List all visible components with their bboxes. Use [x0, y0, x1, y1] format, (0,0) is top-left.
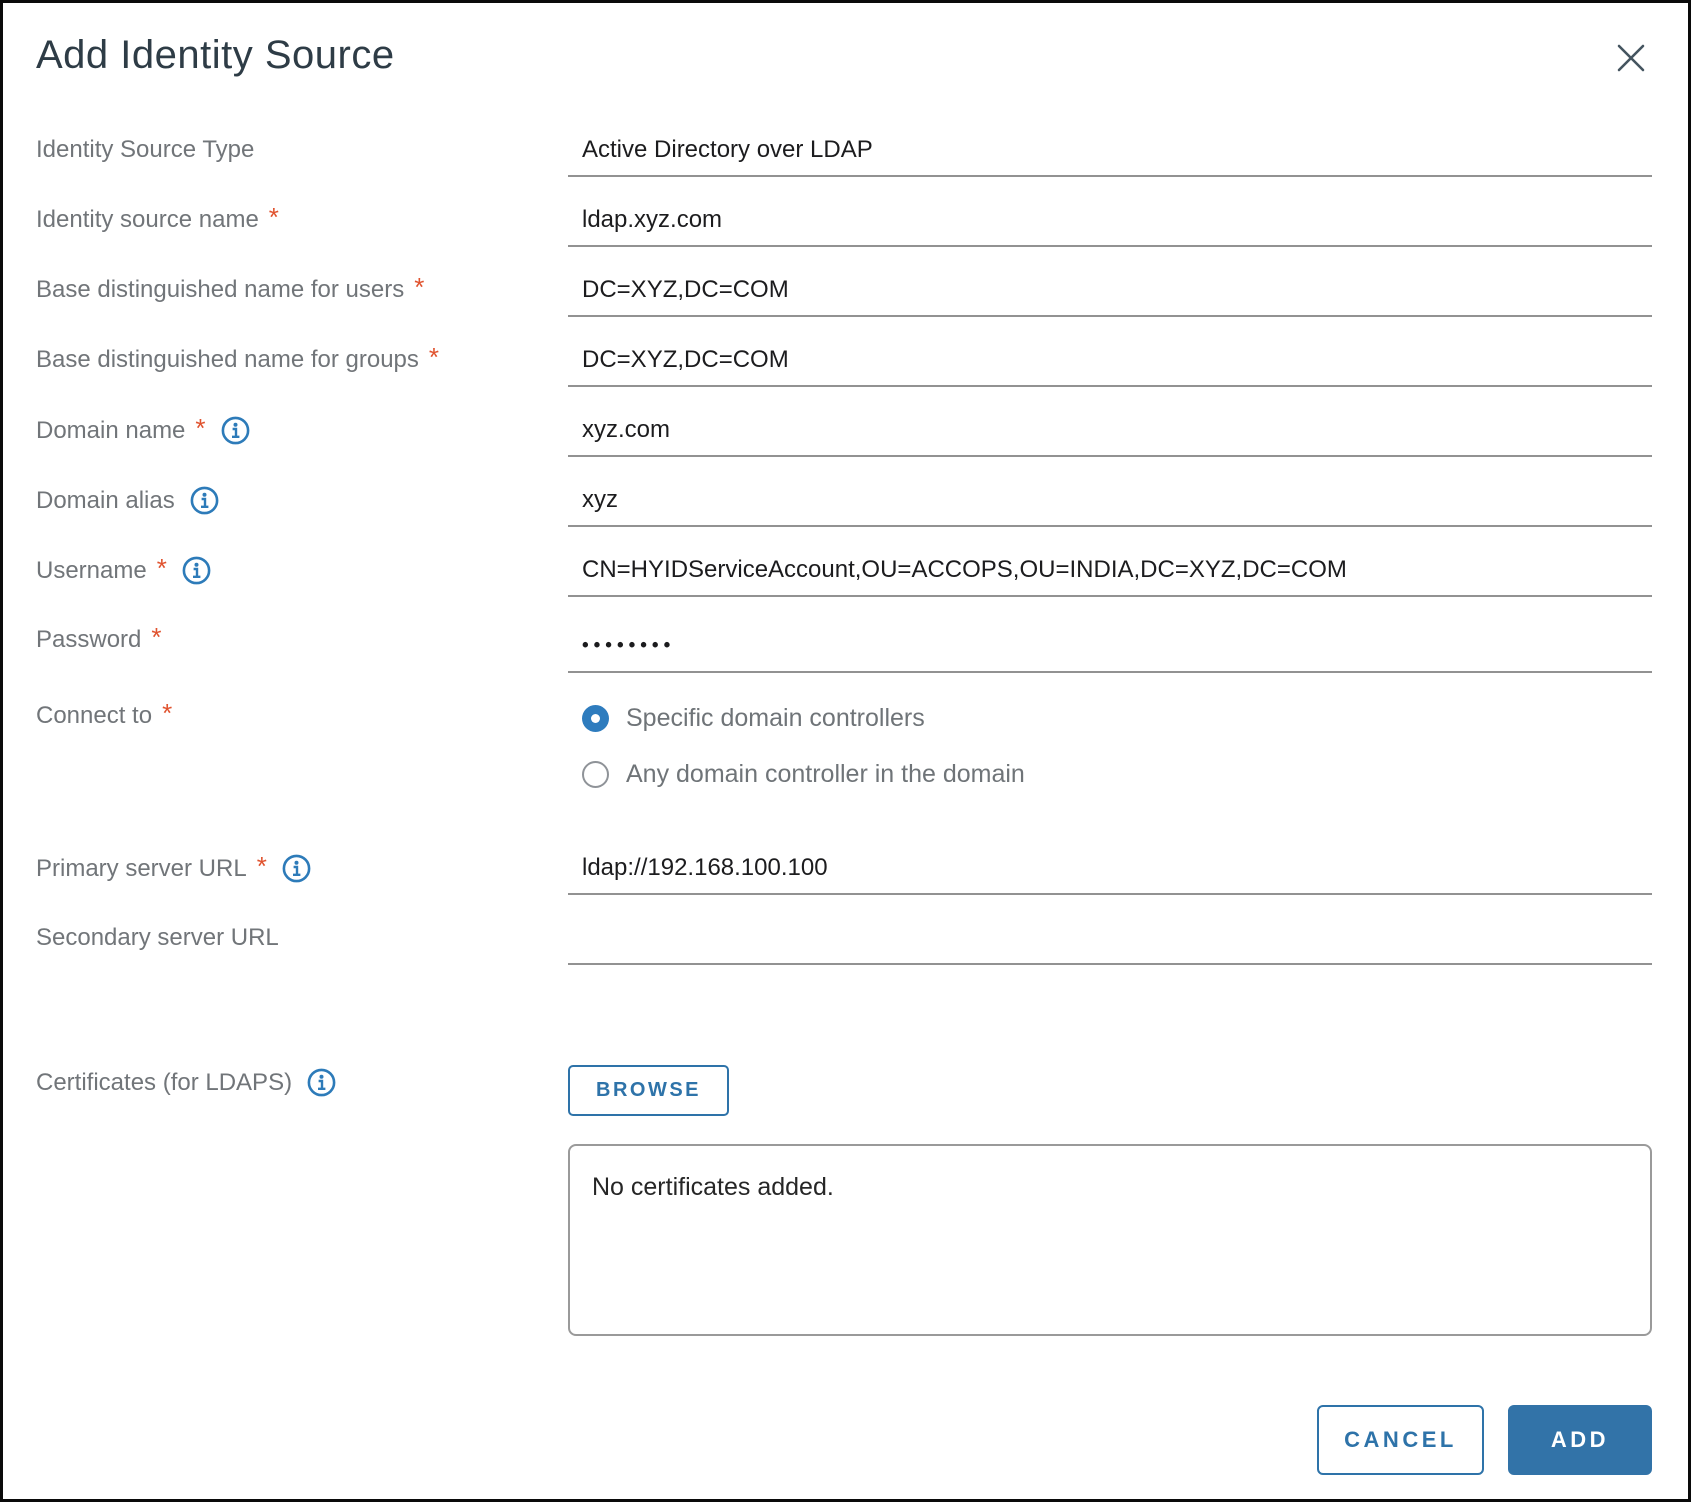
domain-name-input[interactable]: xyz.com: [568, 413, 1652, 457]
username-value: CN=HYIDServiceAccount,OU=ACCOPS,OU=INDIA…: [582, 556, 1347, 583]
domain-alias-label: Domain alias: [36, 486, 175, 514]
close-icon: [1617, 44, 1645, 72]
identity-source-type-value: Active Directory over LDAP: [582, 136, 873, 163]
certificates-list-box: No certificates added.: [568, 1144, 1652, 1336]
row-identity-source-name: Identity source name * ldap.xyz.com: [36, 203, 1652, 247]
row-connect-to: Connect to * Specific domain controllers…: [36, 699, 1652, 825]
identity-source-name-label: Identity source name: [36, 206, 259, 233]
row-password: Password * ••••••••: [36, 623, 1652, 673]
info-icon[interactable]: [281, 853, 312, 884]
password-masked-value: ••••••••: [582, 635, 676, 656]
row-base-dn-users: Base distinguished name for users * DC=X…: [36, 273, 1652, 317]
row-identity-source-type: Identity Source Type Active Directory ov…: [36, 133, 1652, 177]
info-icon[interactable]: [306, 1067, 337, 1098]
row-username: Username * CN=HYIDServiceAccount,OU=ACCO…: [36, 553, 1652, 597]
row-primary-server-url: Primary server URL * ldap://192.168.100.…: [36, 851, 1652, 895]
required-asterisk: *: [414, 272, 425, 302]
identity-source-name-value: ldap.xyz.com: [582, 206, 723, 233]
required-asterisk: *: [162, 698, 173, 728]
domain-alias-value: xyz: [582, 486, 618, 513]
identity-source-type-select[interactable]: Active Directory over LDAP: [568, 133, 1652, 177]
close-button[interactable]: [1614, 41, 1648, 75]
browse-button[interactable]: BROWSE: [568, 1065, 729, 1116]
base-dn-groups-label: Base distinguished name for groups: [36, 346, 419, 373]
certificates-label: Certificates (for LDAPS): [36, 1068, 293, 1096]
base-dn-users-value: DC=XYZ,DC=COM: [582, 276, 789, 303]
dialog-title: Add Identity Source: [36, 33, 395, 77]
secondary-server-url-input[interactable]: [568, 921, 1652, 965]
secondary-server-url-label: Secondary server URL: [36, 924, 279, 951]
username-label: Username: [36, 556, 147, 584]
primary-server-url-input[interactable]: ldap://192.168.100.100: [568, 851, 1652, 895]
radio-any-domain-controller[interactable]: Any domain controller in the domain: [582, 759, 1652, 789]
required-asterisk: *: [428, 342, 440, 372]
password-label: Password: [36, 626, 142, 653]
radio-selected-icon: [582, 704, 609, 732]
radio-option-label: Specific domain controllers: [626, 704, 925, 732]
base-dn-groups-value: DC=XYZ,DC=COM: [582, 346, 789, 373]
add-identity-source-dialog: Add Identity Source Identity Source Type…: [0, 0, 1691, 1502]
password-input[interactable]: ••••••••: [568, 623, 1652, 673]
required-asterisk: *: [195, 412, 206, 443]
domain-name-value: xyz.com: [582, 416, 671, 443]
connect-to-label: Connect to: [36, 702, 153, 729]
radio-option-label: Any domain controller in the domain: [626, 760, 1025, 788]
required-asterisk: *: [151, 622, 162, 652]
domain-name-label: Domain name: [36, 416, 186, 444]
required-asterisk: *: [256, 850, 267, 881]
identity-source-form: Identity Source Type Active Directory ov…: [36, 133, 1652, 1346]
username-input[interactable]: CN=HYIDServiceAccount,OU=ACCOPS,OU=INDIA…: [568, 553, 1652, 597]
base-dn-users-label: Base distinguished name for users: [36, 276, 405, 303]
certificates-section: BROWSE No certificates added.: [568, 1065, 1652, 1346]
info-icon[interactable]: [181, 555, 212, 586]
certificates-empty-text: No certificates added.: [592, 1173, 834, 1201]
row-domain-alias: Domain alias xyz: [36, 483, 1652, 527]
radio-unselected-icon: [582, 760, 609, 788]
identity-source-type-label: Identity Source Type: [36, 136, 255, 163]
add-button[interactable]: ADD: [1508, 1405, 1652, 1475]
row-secondary-server-url: Secondary server URL: [36, 921, 1652, 965]
dialog-footer: CANCEL ADD: [1317, 1405, 1652, 1475]
primary-server-url-value: ldap://192.168.100.100: [582, 854, 828, 881]
info-icon[interactable]: [220, 415, 251, 446]
row-certificates: Certificates (for LDAPS) BROWSE No certi…: [36, 1065, 1652, 1346]
domain-alias-input[interactable]: xyz: [568, 483, 1652, 527]
info-icon[interactable]: [189, 485, 220, 516]
cancel-button[interactable]: CANCEL: [1317, 1405, 1484, 1475]
identity-source-name-input[interactable]: ldap.xyz.com: [568, 203, 1652, 247]
row-domain-name: Domain name * xyz.com: [36, 413, 1652, 457]
required-asterisk: *: [156, 552, 167, 583]
base-dn-users-input[interactable]: DC=XYZ,DC=COM: [568, 273, 1652, 317]
connect-to-radio-group: Specific domain controllers Any domain c…: [568, 699, 1652, 825]
radio-specific-domain-controllers[interactable]: Specific domain controllers: [582, 703, 1652, 733]
row-base-dn-groups: Base distinguished name for groups * DC=…: [36, 343, 1652, 387]
primary-server-url-label: Primary server URL: [36, 854, 247, 882]
base-dn-groups-input[interactable]: DC=XYZ,DC=COM: [568, 343, 1652, 387]
required-asterisk: *: [268, 202, 279, 232]
